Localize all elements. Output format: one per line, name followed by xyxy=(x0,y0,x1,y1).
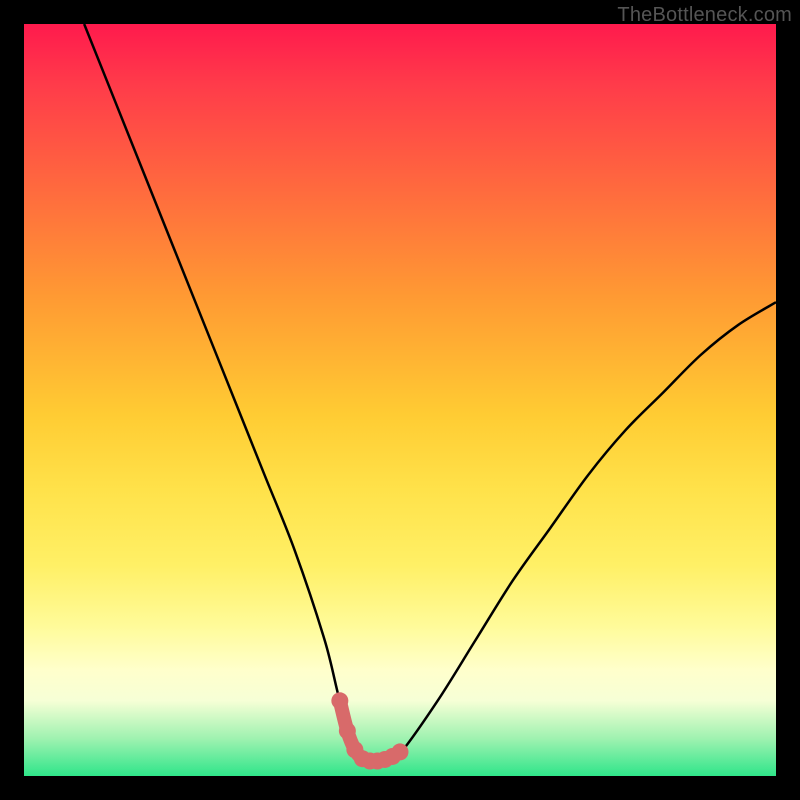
watermark-text: TheBottleneck.com xyxy=(617,4,792,27)
chart-plot-area xyxy=(24,24,776,776)
bottleneck-curve-path xyxy=(84,24,776,762)
accent-dots-group xyxy=(331,692,408,769)
accent-dot xyxy=(392,743,409,760)
accent-dot xyxy=(331,692,348,709)
accent-dot xyxy=(339,722,356,739)
chart-svg xyxy=(24,24,776,776)
